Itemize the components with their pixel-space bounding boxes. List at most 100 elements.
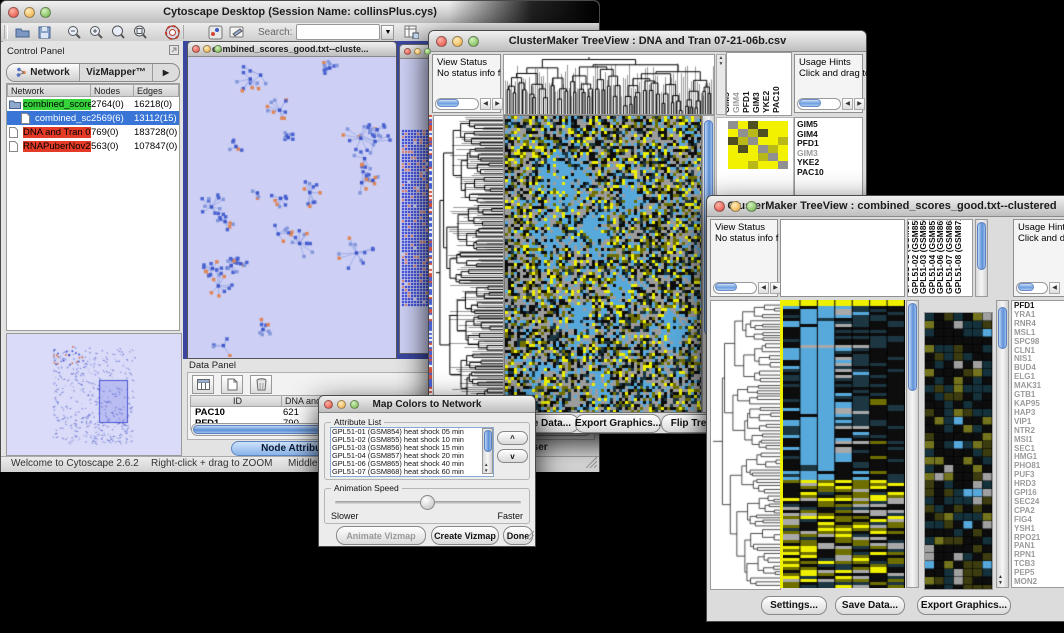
new-attribute-icon[interactable]	[221, 375, 243, 394]
matrix-cell[interactable]	[778, 145, 788, 153]
matrix-cell[interactable]	[748, 129, 758, 137]
matrix-cell[interactable]	[738, 153, 748, 161]
data-col-id[interactable]: ID	[190, 395, 282, 407]
zoom-button[interactable]	[746, 201, 757, 212]
tv2-heatmap[interactable]	[783, 300, 905, 588]
column-label[interactable]: GIM4	[731, 92, 741, 113]
col-header-edges[interactable]: Edges	[134, 84, 179, 97]
tv1-summary-matrix[interactable]	[728, 121, 788, 169]
matrix-cell[interactable]	[768, 145, 778, 153]
minimize-button[interactable]	[452, 36, 463, 47]
close-button[interactable]	[324, 400, 333, 409]
tv1-export-graphics-button[interactable]: Export Graphics...	[575, 414, 661, 433]
column-label[interactable]: GIM3	[751, 92, 761, 113]
column-label[interactable]: PFD1	[741, 91, 751, 113]
zoom-selected-icon[interactable]	[131, 23, 149, 41]
move-down-button[interactable]: v	[497, 449, 528, 463]
network-view-canvas[interactable]	[188, 57, 394, 357]
save-session-icon[interactable]	[35, 23, 53, 41]
matrix-cell[interactable]	[748, 153, 758, 161]
zoom-fit-icon[interactable]	[109, 23, 127, 41]
birdseye-view[interactable]	[6, 333, 182, 456]
tv2-genelist-vscrollbar[interactable]: ▲▼	[996, 300, 1009, 588]
matrix-cell[interactable]	[748, 145, 758, 153]
create-vizmap-button[interactable]: Create Vizmap	[431, 526, 499, 545]
tv1-status-scrollbar[interactable]: ◀▶	[435, 98, 503, 110]
gene-label[interactable]: MON2	[1012, 578, 1064, 587]
matrix-cell[interactable]	[778, 153, 788, 161]
animate-vizmap-button[interactable]: Animate Vizmap	[336, 526, 426, 545]
minimize-button[interactable]	[203, 45, 211, 53]
matrix-cell[interactable]	[778, 137, 788, 145]
tab-overflow[interactable]: ▶	[153, 64, 179, 81]
tv2-row-dendrogram[interactable]	[710, 300, 781, 590]
matrix-cell[interactable]	[768, 161, 778, 169]
move-up-button[interactable]: ^	[497, 431, 528, 445]
matrix-cell[interactable]	[758, 121, 768, 129]
resize-grip[interactable]	[586, 457, 597, 471]
close-button[interactable]	[714, 201, 725, 212]
col-header-nodes[interactable]: Nodes	[91, 84, 134, 97]
tv2-collabel-vscrollbar[interactable]	[975, 219, 988, 297]
gene-label[interactable]: PAC10	[795, 168, 862, 178]
window-controls[interactable]	[1, 7, 58, 18]
matrix-cell[interactable]	[778, 129, 788, 137]
open-session-icon[interactable]	[13, 23, 31, 41]
dialog-titlebar[interactable]: Map Colors to Network	[319, 396, 535, 413]
matrix-cell[interactable]	[728, 137, 738, 145]
matrix-cell[interactable]	[748, 137, 758, 145]
tv1-heatmap[interactable]	[504, 115, 702, 413]
close-button[interactable]	[436, 36, 447, 47]
zoom-button[interactable]	[214, 45, 222, 53]
tab-vizmapper[interactable]: VizMapper™	[80, 64, 153, 81]
matrix-cell[interactable]	[768, 121, 778, 129]
tv2-save-data-button[interactable]: Save Data...	[835, 596, 905, 615]
col-header-network[interactable]: Network	[7, 84, 91, 97]
matrix-cell[interactable]	[738, 121, 748, 129]
matrix-cell[interactable]	[738, 137, 748, 145]
tv1-column-dendrogram[interactable]	[503, 54, 715, 115]
annotation-icon[interactable]	[228, 23, 246, 41]
main-titlebar[interactable]: Cytoscape Desktop (Session Name: collins…	[1, 1, 599, 24]
delete-attribute-icon[interactable]	[250, 375, 272, 394]
matrix-cell[interactable]	[748, 161, 758, 169]
treeview1-titlebar[interactable]: ClusterMaker TreeView : DNA and Tran 07-…	[429, 31, 866, 52]
search-input[interactable]	[296, 24, 380, 40]
zoom-button[interactable]	[468, 36, 479, 47]
help-icon[interactable]	[163, 23, 181, 41]
matrix-cell[interactable]	[728, 145, 738, 153]
attribute-list-scrollbar[interactable]: ▲▼	[482, 428, 493, 474]
tv2-summary-heatmap[interactable]	[924, 312, 993, 590]
network-row[interactable]: combined_scores2764(0)16218(0)	[7, 97, 179, 111]
matrix-cell[interactable]	[738, 145, 748, 153]
matrix-cell[interactable]	[768, 137, 778, 145]
network-row[interactable]: combined_sco2569(6)13112(15)	[7, 111, 179, 125]
tv1-row-dendrogram[interactable]	[433, 115, 504, 413]
matrix-cell[interactable]	[778, 121, 788, 129]
column-label[interactable]: YKE2	[761, 91, 771, 113]
tv2-settings-button[interactable]: Settings...	[761, 596, 827, 615]
matrix-cell[interactable]	[768, 153, 778, 161]
tab-network[interactable]: Network	[7, 64, 80, 81]
tv2-heatmap-vscrollbar[interactable]	[906, 300, 919, 588]
column-label[interactable]: PAC10	[771, 86, 781, 113]
network-row[interactable]: RNAPuberNov2+563(0)107847(0)	[7, 139, 179, 153]
resize-grip[interactable]	[525, 527, 534, 545]
network-row[interactable]: DNA and Tran 07769(0)183728(0)	[7, 125, 179, 139]
float-panel-icon[interactable]	[169, 42, 179, 60]
attribute-browser-icon[interactable]	[402, 23, 420, 41]
matrix-cell[interactable]	[778, 161, 788, 169]
matrix-cell[interactable]	[738, 161, 748, 169]
zoom-in-icon[interactable]	[87, 23, 105, 41]
matrix-cell[interactable]	[758, 129, 768, 137]
attribute-select-icon[interactable]	[192, 375, 214, 394]
close-button[interactable]	[404, 48, 411, 55]
matrix-cell[interactable]	[748, 121, 758, 129]
matrix-cell[interactable]	[758, 137, 768, 145]
minimize-button[interactable]	[730, 201, 741, 212]
matrix-cell[interactable]	[728, 121, 738, 129]
matrix-cell[interactable]	[728, 129, 738, 137]
matrix-cell[interactable]	[758, 153, 768, 161]
column-label[interactable]: GPL51-08 (GSM872)	[953, 219, 963, 294]
minimize-button[interactable]	[24, 7, 35, 18]
